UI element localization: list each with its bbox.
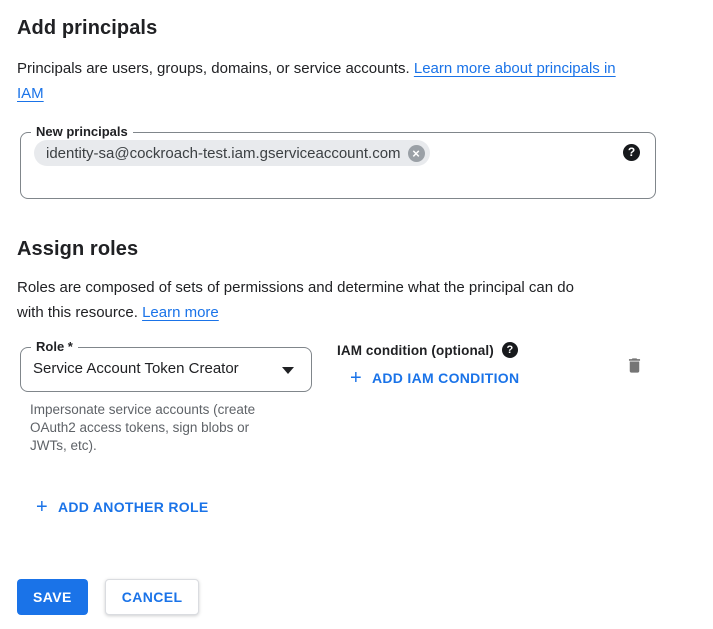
assign-roles-title: Assign roles <box>17 237 696 261</box>
page-title: Add principals <box>17 16 696 40</box>
role-row: Role * Service Account Token Creator Imp… <box>17 338 696 455</box>
new-principals-label: New principals <box>31 124 133 140</box>
add-principals-panel: Add principals Principals are users, gro… <box>0 0 713 629</box>
cancel-button[interactable]: CANCEL <box>105 579 200 615</box>
principal-chip: identity-sa@cockroach-test.iam.gservicea… <box>34 140 430 166</box>
role-select[interactable]: Role * Service Account Token Creator <box>20 347 312 392</box>
add-iam-condition-label: ADD IAM CONDITION <box>372 370 519 386</box>
add-another-role-button[interactable]: + ADD ANOTHER ROLE <box>36 499 209 515</box>
principals-description-text: Principals are users, groups, domains, o… <box>17 60 410 77</box>
save-button[interactable]: SAVE <box>17 579 88 615</box>
role-helper-text: Impersonate service accounts (create OAu… <box>30 401 280 455</box>
plus-icon: + <box>350 370 362 386</box>
iam-condition-column: IAM condition (optional) ? + ADD IAM CON… <box>337 342 519 389</box>
iam-condition-help-icon[interactable]: ? <box>502 342 518 358</box>
iam-condition-label-row: IAM condition (optional) ? <box>337 342 519 358</box>
trash-icon <box>625 355 644 376</box>
add-another-role-label: ADD ANOTHER ROLE <box>58 499 209 515</box>
dialog-actions: SAVE CANCEL <box>17 579 696 615</box>
learn-more-roles-link[interactable]: Learn more <box>142 304 219 321</box>
roles-description-text: Roles are composed of sets of permission… <box>17 279 574 321</box>
dropdown-arrow-icon <box>282 367 294 374</box>
principals-help-icon[interactable]: ? <box>623 144 640 161</box>
role-column: Role * Service Account Token Creator Imp… <box>20 338 312 455</box>
plus-icon: + <box>36 499 48 515</box>
delete-role-button[interactable] <box>625 355 644 376</box>
principals-description: Principals are users, groups, domains, o… <box>17 56 634 106</box>
new-principals-field[interactable]: New principals identity-sa@cockroach-tes… <box>20 132 656 199</box>
principal-chip-value: identity-sa@cockroach-test.iam.gservicea… <box>46 145 401 162</box>
iam-condition-label: IAM condition (optional) <box>337 343 494 358</box>
role-selected-value: Service Account Token Creator <box>33 360 239 377</box>
role-label: Role * <box>31 339 78 355</box>
add-iam-condition-button[interactable]: + ADD IAM CONDITION <box>350 370 519 386</box>
remove-principal-icon[interactable]: × <box>408 145 425 162</box>
roles-description: Roles are composed of sets of permission… <box>17 275 602 325</box>
